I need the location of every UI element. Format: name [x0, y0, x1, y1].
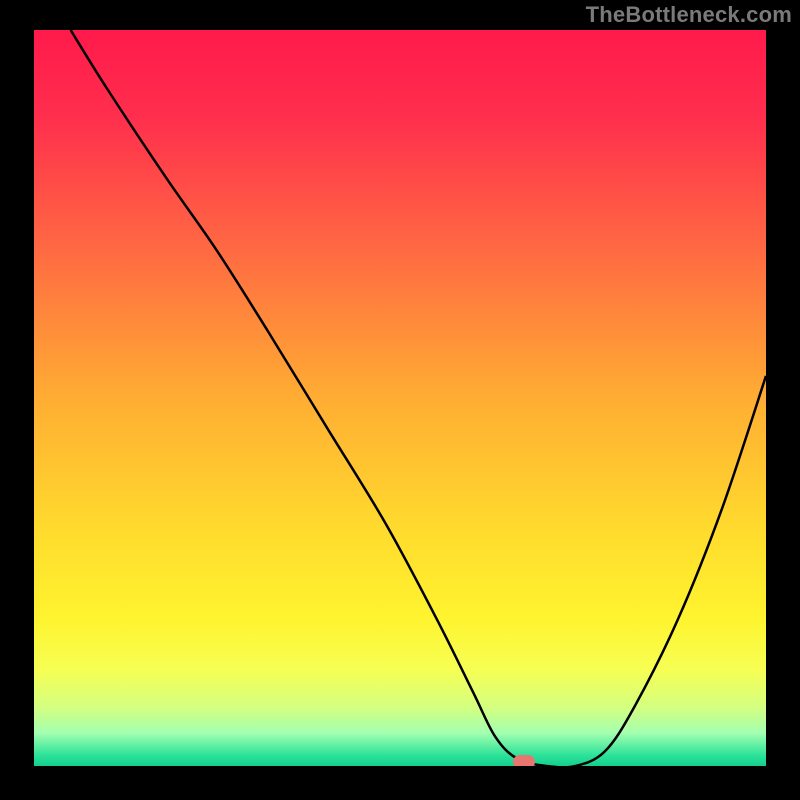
- bottleneck-curve: [34, 30, 766, 766]
- optimal-point-marker: [513, 755, 535, 766]
- chart-frame: TheBottleneck.com: [0, 0, 800, 800]
- watermark-text: TheBottleneck.com: [586, 2, 792, 28]
- plot-area: [34, 30, 766, 766]
